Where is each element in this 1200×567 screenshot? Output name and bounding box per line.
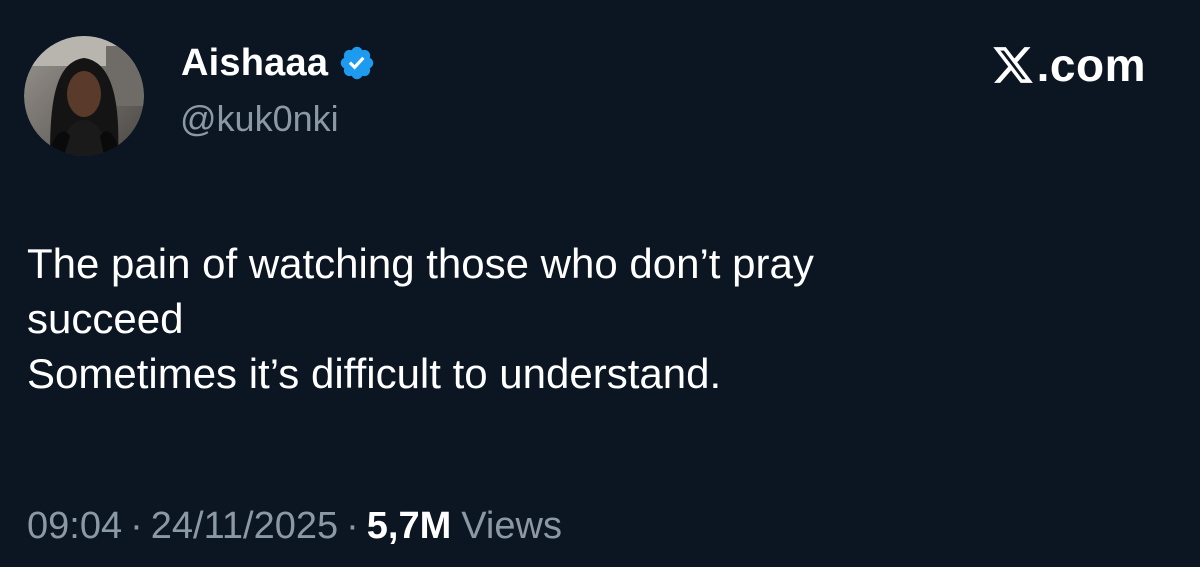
avatar[interactable] <box>24 36 144 156</box>
meta-separator: · <box>130 505 143 547</box>
tweet-time[interactable]: 09:04 <box>27 505 122 548</box>
tweet-line: succeed <box>27 295 184 342</box>
tweet-card: Aishaaa @kuk0nki .com The pain of watchi… <box>0 0 1200 567</box>
tweet-meta: 09:04 · 24/11/2025 · 5,7M Views <box>27 505 562 548</box>
views-count[interactable]: 5,7M <box>367 505 451 548</box>
avatar-image <box>24 36 144 156</box>
views-label: Views <box>461 505 562 547</box>
meta-separator: · <box>346 505 359 547</box>
author-name[interactable]: Aishaaa <box>181 42 328 85</box>
author-handle[interactable]: @kuk0nki <box>180 98 339 140</box>
brand-suffix: .com <box>1036 39 1146 91</box>
tweet-line: Sometimes it’s difficult to understand. <box>27 350 722 397</box>
tweet-text: The pain of watching those who don’t pra… <box>27 236 1167 401</box>
brand-watermark: .com <box>991 39 1146 91</box>
author-name-row: Aishaaa <box>181 40 376 86</box>
tweet-date[interactable]: 24/11/2025 <box>151 505 338 548</box>
verified-badge-icon <box>338 44 376 82</box>
x-logo-icon <box>991 43 1035 87</box>
tweet-line: The pain of watching those who don’t pra… <box>27 240 814 287</box>
